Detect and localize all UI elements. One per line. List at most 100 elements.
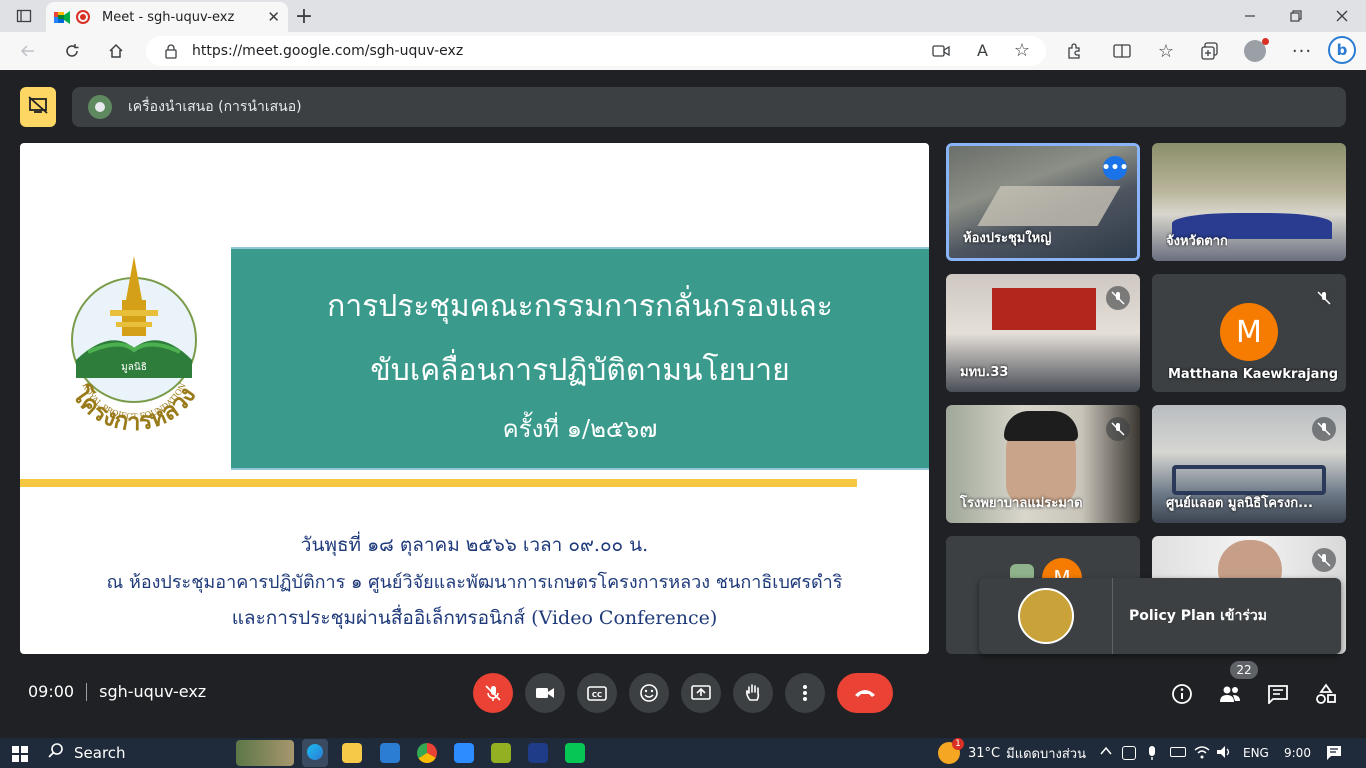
- mic-off-icon: [1317, 553, 1331, 567]
- chat-icon: [1268, 685, 1288, 704]
- emoji-icon: [640, 684, 658, 702]
- meet-window: เครื่องนำเสนอ (การนำเสนอ) มูลนิธิ โครงกา…: [4, 70, 1362, 736]
- conference-table: [977, 186, 1121, 226]
- participant-tile-matthana[interactable]: M Matthana Kaewkrajang: [1152, 274, 1346, 392]
- tab-actions-icon[interactable]: [10, 2, 38, 30]
- app-icon[interactable]: [528, 743, 548, 763]
- recording-icon: [76, 10, 90, 24]
- file-explorer-icon[interactable]: [342, 743, 362, 763]
- weather-icon: 1: [938, 738, 964, 764]
- extensions-icon[interactable]: [1060, 37, 1088, 65]
- minimize-icon[interactable]: [1236, 2, 1264, 30]
- camera-tray-icon[interactable]: [1122, 746, 1136, 760]
- volume-icon[interactable]: [1216, 745, 1232, 762]
- qgis-icon[interactable]: [491, 743, 511, 763]
- close-tab-icon[interactable]: ✕: [267, 8, 280, 26]
- captions-button[interactable]: CC: [577, 673, 617, 713]
- favorite-star-icon[interactable]: ☆: [1014, 40, 1030, 61]
- back-arrow-icon[interactable]: [14, 37, 42, 65]
- address-bar[interactable]: https://meet.google.com/sgh-uquv-exz A ☆: [146, 36, 1046, 66]
- participant-tile-center[interactable]: ศูนย์แลอต มูลนิธิโครงก...: [1152, 405, 1346, 523]
- people-icon: [1220, 686, 1240, 702]
- line-app-icon[interactable]: [565, 743, 585, 763]
- battery-icon[interactable]: [1170, 747, 1186, 757]
- participant-name: โรงพยาบาลแม่ระมาด: [960, 496, 1083, 511]
- tab-title: Meet - sgh-uquv-exz: [102, 9, 235, 25]
- chrome-icon[interactable]: [417, 743, 437, 763]
- new-tab-icon[interactable]: +: [290, 2, 318, 30]
- present-now-button[interactable]: [681, 673, 721, 713]
- leave-call-button[interactable]: [837, 673, 893, 713]
- camera-in-use-icon[interactable]: [932, 43, 950, 63]
- participant-name: มทบ.33: [960, 365, 1009, 380]
- slide-title-line2: ขับเคลื่อนการปฏิบัติตามนโยบาย: [370, 353, 790, 388]
- meeting-details-button[interactable]: [1166, 678, 1198, 710]
- profile-avatar-icon[interactable]: [1241, 37, 1269, 65]
- more-options-button[interactable]: •••: [1102, 156, 1128, 180]
- mic-off-icon: [1111, 291, 1125, 305]
- activities-button[interactable]: [1310, 678, 1342, 710]
- meeting-code: sgh-uquv-exz: [99, 682, 207, 701]
- presentation-toggle-button[interactable]: [20, 87, 56, 127]
- slide-date-line: วันพุธที่ ๑๘ ตุลาคม ๒๕๖๖ เวลา ๐๙.๐๐ น.: [300, 534, 649, 556]
- mic-toggle-button[interactable]: [473, 673, 513, 713]
- participant-avatar: M: [1220, 303, 1278, 361]
- collections-icon[interactable]: [1196, 37, 1224, 65]
- svg-text:CC: CC: [592, 691, 602, 699]
- browser-toolbar: https://meet.google.com/sgh-uquv-exz A ☆…: [0, 32, 1366, 70]
- raise-hand-button[interactable]: [733, 673, 773, 713]
- favorites-icon[interactable]: ☆: [1152, 37, 1180, 65]
- participant-tile-hospital[interactable]: โรงพยาบาลแม่ระมาด: [946, 405, 1140, 523]
- hand-icon: [746, 684, 760, 701]
- weather-alert-badge: 1: [952, 738, 964, 750]
- chevron-up-icon[interactable]: [1100, 745, 1112, 760]
- join-notification: Policy Plan เข้าร่วม: [979, 578, 1341, 654]
- presenter-label: เครื่องนำเสนอ (การนำเสนอ): [128, 99, 302, 115]
- more-options-button[interactable]: [785, 673, 825, 713]
- presentation-off-icon: [28, 96, 48, 118]
- participant-tile-tak[interactable]: จังหวัดตาก: [1152, 143, 1346, 261]
- mic-off-icon: [485, 685, 501, 701]
- more-menu-icon[interactable]: ···: [1288, 37, 1316, 65]
- zoom-icon[interactable]: [454, 743, 474, 763]
- refresh-icon[interactable]: [58, 37, 86, 65]
- taskbar-search[interactable]: Search: [38, 740, 294, 766]
- weather-widget[interactable]: 1 31°C มีแดดบางส่วน: [938, 738, 1086, 764]
- windows-start-icon[interactable]: [12, 746, 28, 762]
- close-window-icon[interactable]: [1328, 2, 1356, 30]
- search-highlight-image: [236, 740, 294, 766]
- mail-icon[interactable]: [380, 743, 400, 763]
- presenter-avatar: [88, 95, 112, 119]
- participants-button[interactable]: [1214, 678, 1246, 710]
- camera-toggle-button[interactable]: [525, 673, 565, 713]
- participant-tile-main-room[interactable]: ••• ห้องประชุมใหญ่: [946, 143, 1140, 261]
- windows-taskbar: Search 1 31°C มีแดดบางส่วน ENG 9:00: [0, 738, 1366, 768]
- language-indicator[interactable]: ENG: [1243, 746, 1269, 760]
- search-label: Search: [74, 744, 126, 762]
- shapes-icon: [1316, 683, 1336, 704]
- reactions-button[interactable]: [629, 673, 669, 713]
- slide-location-line: ณ ห้องประชุมอาคารปฏิบัติการ ๑ ศูนย์วิจัย…: [106, 572, 843, 593]
- person-icon: [95, 102, 105, 112]
- chat-button[interactable]: [1262, 678, 1294, 710]
- url-text: https://meet.google.com/sgh-uquv-exz: [192, 43, 464, 59]
- presentation-slide: มูลนิธิ โครงการหลวง ROYAL PROJECT FOUNDA…: [20, 143, 929, 654]
- mic-off-icon: [1317, 291, 1331, 305]
- participant-name: จังหวัดตาก: [1166, 234, 1228, 249]
- mic-off-badge: [1312, 548, 1336, 572]
- bing-copilot-icon[interactable]: b: [1328, 36, 1356, 64]
- notification-icon[interactable]: [1326, 745, 1342, 764]
- clock[interactable]: 9:00: [1284, 746, 1311, 760]
- edge-browser-icon[interactable]: [302, 739, 328, 767]
- browser-tab-meet[interactable]: Meet - sgh-uquv-exz ✕: [46, 2, 288, 32]
- home-icon[interactable]: [102, 37, 130, 65]
- restore-icon[interactable]: [1282, 2, 1310, 30]
- slide-title-line1: การประชุมคณะกรรมการกลั่นกรองและ: [327, 289, 833, 324]
- participant-name: ศูนย์แลอต มูลนิธิโครงก...: [1166, 496, 1313, 511]
- present-icon: [691, 685, 711, 700]
- wifi-icon[interactable]: [1194, 745, 1210, 762]
- participant-tile-mtb33[interactable]: มทบ.33: [946, 274, 1140, 392]
- read-aloud-icon[interactable]: A: [977, 41, 988, 60]
- microphone-tray-icon[interactable]: [1146, 745, 1158, 764]
- split-screen-icon[interactable]: [1108, 37, 1136, 65]
